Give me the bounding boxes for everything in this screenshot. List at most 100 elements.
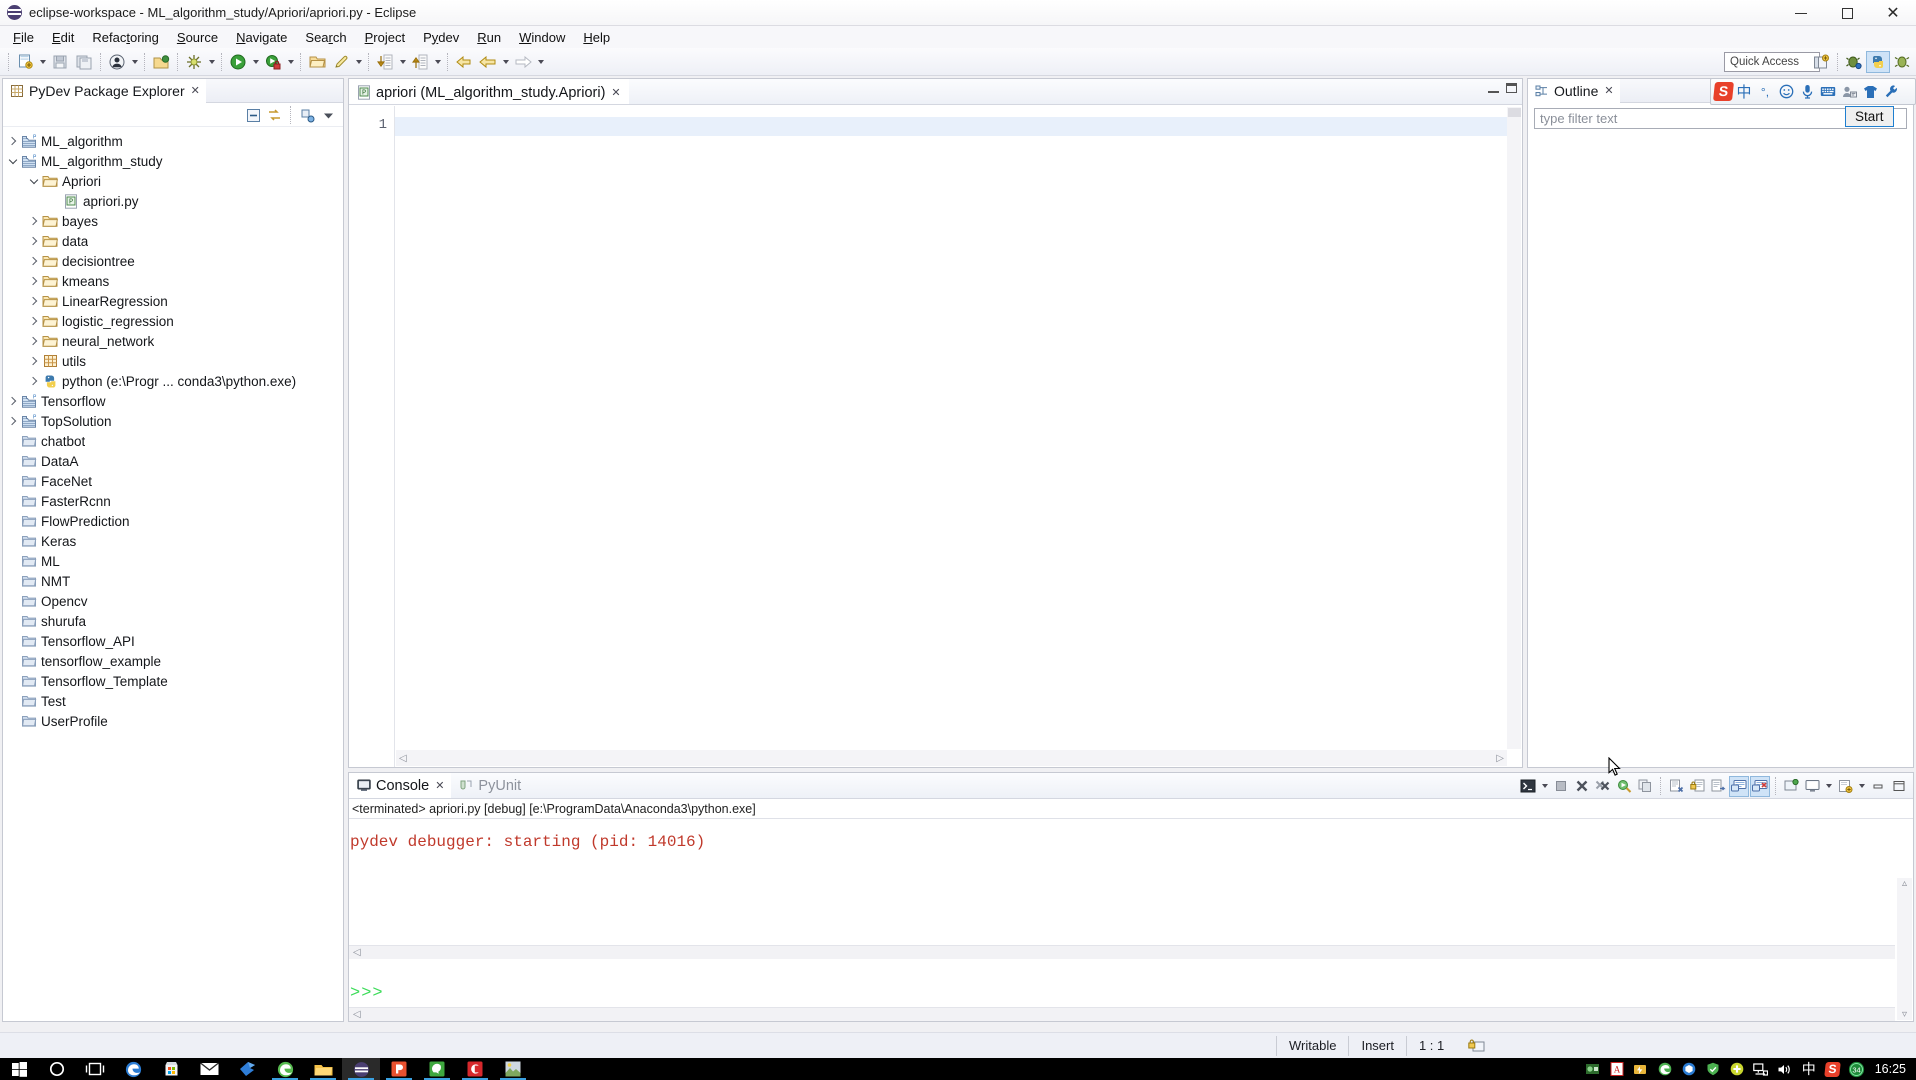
console-minimize-icon[interactable] xyxy=(1868,776,1888,797)
green-browser-icon[interactable] xyxy=(266,1058,304,1080)
tree-twisty-collapsed-icon[interactable] xyxy=(27,232,41,250)
menu-edit[interactable]: Edit xyxy=(43,28,83,47)
cortana-circle-icon[interactable] xyxy=(38,1058,76,1080)
tree-item[interactable]: chatbot xyxy=(3,431,343,451)
tree-twisty-collapsed-icon[interactable] xyxy=(27,372,41,390)
copy-icon[interactable] xyxy=(1635,776,1655,797)
user-dropdown-arrow[interactable] xyxy=(129,51,140,73)
photos-icon[interactable] xyxy=(494,1058,532,1080)
terminal-icon[interactable] xyxy=(1518,776,1538,797)
open-console-icon[interactable] xyxy=(1835,776,1855,797)
tray-thunder-icon[interactable] xyxy=(1629,1058,1653,1080)
open-console-dropdown-arrow[interactable] xyxy=(1856,775,1867,797)
tray-network-icon[interactable] xyxy=(1749,1058,1773,1080)
tree-item[interactable]: P ML_algorithm_study xyxy=(3,151,343,171)
remove-all-icon[interactable] xyxy=(1593,776,1613,797)
tree-twisty-collapsed-icon[interactable] xyxy=(27,332,41,350)
editor-tab-close-icon[interactable]: ✕ xyxy=(611,86,620,99)
green-app-icon[interactable] xyxy=(418,1058,456,1080)
tree-twisty-collapsed-icon[interactable] xyxy=(27,212,41,230)
ime-chinese-mode-icon[interactable]: 中 xyxy=(1734,81,1754,103)
ime-voice-input-icon[interactable] xyxy=(1797,81,1817,103)
editor-vertical-scrollbar[interactable] xyxy=(1507,107,1521,749)
menu-refactoring[interactable]: Refactoring xyxy=(83,28,168,47)
menu-navigate[interactable]: Navigate xyxy=(227,28,296,47)
external-tools-icon[interactable] xyxy=(182,50,206,74)
tree-twisty-collapsed-icon[interactable] xyxy=(27,352,41,370)
view-menu-icon[interactable] xyxy=(319,106,337,124)
scroll-left-icon[interactable]: ◁ xyxy=(399,753,407,764)
tray-nvidia-icon[interactable] xyxy=(1581,1058,1605,1080)
word-wrap-icon[interactable] xyxy=(1708,776,1728,797)
stop-icon[interactable] xyxy=(1551,776,1571,797)
console-bottom-scroll-left-icon[interactable]: ◁ xyxy=(353,1009,361,1020)
smart-insert-icon[interactable] xyxy=(1456,1036,1497,1056)
tree-item[interactable]: shurufa xyxy=(3,611,343,631)
collapse-all-icon[interactable] xyxy=(244,106,262,124)
ime-user-icon[interactable] xyxy=(1839,81,1859,103)
console-scroll-left-icon[interactable]: ◁ xyxy=(353,947,361,958)
display-console-dropdown-arrow[interactable] xyxy=(1823,775,1834,797)
open-perspective-icon[interactable] xyxy=(1809,51,1833,73)
tray-browser-icon[interactable] xyxy=(1653,1058,1677,1080)
tree-item[interactable]: neural_network xyxy=(3,331,343,351)
sogou-logo-icon[interactable]: S xyxy=(1712,81,1734,103)
maximize-button[interactable] xyxy=(1824,0,1870,26)
up-arrow-icon[interactable] xyxy=(408,50,432,74)
tray-volume-icon[interactable] xyxy=(1773,1058,1797,1080)
package-explorer-close-icon[interactable]: ✕ xyxy=(191,84,200,97)
tree-item[interactable]: kmeans xyxy=(3,271,343,291)
outline-close-icon[interactable]: ✕ xyxy=(1604,84,1613,97)
new-file-icon[interactable] xyxy=(13,50,37,74)
tree-item[interactable]: Tensorflow_API xyxy=(3,631,343,651)
back-yellow-arrow-icon[interactable] xyxy=(452,50,476,74)
folder-open-icon[interactable] xyxy=(305,50,329,74)
tree-twisty-collapsed-icon[interactable] xyxy=(27,272,41,290)
menu-file[interactable]: File xyxy=(4,28,43,47)
pin-icon[interactable] xyxy=(1781,776,1801,797)
back-dropdown-arrow[interactable] xyxy=(500,51,511,73)
ime-emoji-icon[interactable] xyxy=(1776,81,1796,103)
menu-pydev[interactable]: Pydev xyxy=(414,28,468,47)
taskbar-clock[interactable]: 16:25 xyxy=(1869,1062,1916,1076)
menu-window[interactable]: Window xyxy=(510,28,574,47)
tree-item[interactable]: decisiontree xyxy=(3,251,343,271)
editor-minimize-icon[interactable] xyxy=(1488,84,1499,93)
debug-icon[interactable] xyxy=(261,50,285,74)
ime-soft-keyboard-icon[interactable] xyxy=(1818,81,1838,103)
tree-item[interactable]: Tensorflow_Template xyxy=(3,671,343,691)
windows-logo-icon[interactable] xyxy=(0,1058,38,1080)
tray-shield-icon[interactable] xyxy=(1701,1058,1725,1080)
tree-item[interactable]: utils xyxy=(3,351,343,371)
tray-box-icon[interactable] xyxy=(1677,1058,1701,1080)
down-arrow-icon[interactable] xyxy=(373,50,397,74)
tray-security-icon[interactable]: 34 xyxy=(1845,1058,1869,1080)
save-icon[interactable] xyxy=(48,50,72,74)
link-editor-icon[interactable] xyxy=(265,106,283,124)
tree-item[interactable]: Keras xyxy=(3,531,343,551)
tree-item[interactable]: Papriori.py xyxy=(3,191,343,211)
tree-item[interactable]: P TopSolution xyxy=(3,411,343,431)
back-arrow-icon[interactable] xyxy=(476,50,500,74)
console-scroll-down-icon[interactable]: ▿ xyxy=(1902,1009,1907,1020)
tree-twisty-collapsed-icon[interactable] xyxy=(6,132,20,150)
mail-icon[interactable] xyxy=(190,1058,228,1080)
tree-item[interactable]: LinearRegression xyxy=(3,291,343,311)
menu-run[interactable]: Run xyxy=(468,28,510,47)
tree-twisty-collapsed-icon[interactable] xyxy=(27,312,41,330)
debug-perspective-icon[interactable] xyxy=(1842,51,1866,73)
tree-twisty-collapsed-icon[interactable] xyxy=(27,252,41,270)
console-scroll-up-icon[interactable]: ▵ xyxy=(1902,878,1907,889)
forward-dropdown-arrow[interactable] xyxy=(535,51,546,73)
menu-project[interactable]: Project xyxy=(356,28,414,47)
tree-item[interactable]: bayes xyxy=(3,211,343,231)
minimize-button[interactable] xyxy=(1778,0,1824,26)
editor-scroll-thumb[interactable] xyxy=(1507,108,1521,117)
foxmail-icon[interactable] xyxy=(228,1058,266,1080)
show-error-icon[interactable] xyxy=(1750,775,1770,797)
tray-acrobat-icon[interactable]: A xyxy=(1605,1058,1629,1080)
console-output-area[interactable]: pydev debugger: starting (pid: 14016) ◁ … xyxy=(349,825,1913,1021)
pencil-icon[interactable] xyxy=(329,50,353,74)
external-tools-dropdown-arrow[interactable] xyxy=(206,51,217,73)
focus-task-icon[interactable] xyxy=(298,106,316,124)
